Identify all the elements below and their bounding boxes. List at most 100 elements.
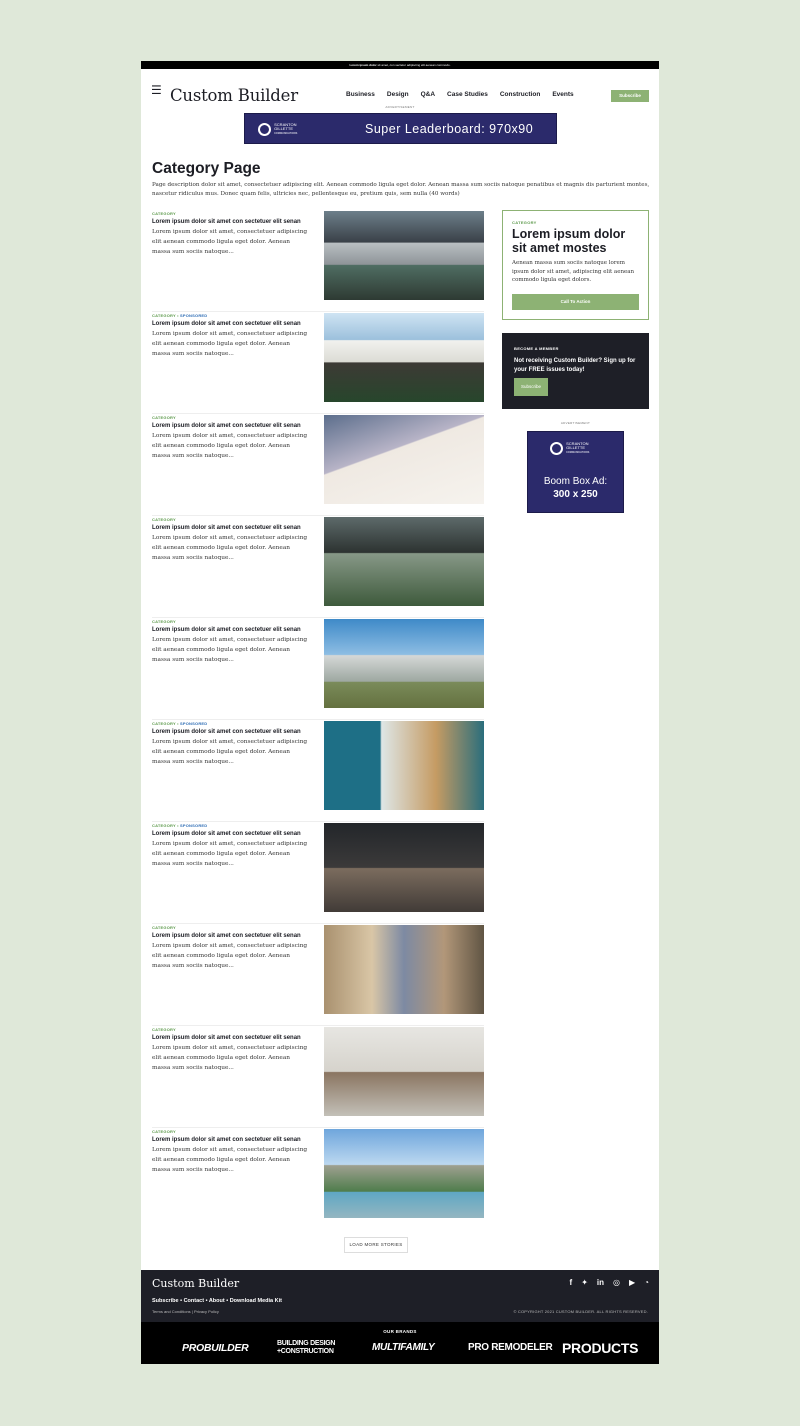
article-thumbnail[interactable] [324,721,484,810]
sponsored-label: SPONSORED [180,721,208,726]
category-label[interactable]: CATEGORY [152,925,176,930]
article-title[interactable]: Lorem ipsum dolor sit amet con sectetuer… [152,728,312,736]
boombox-ad[interactable]: SCRANTON GILLETTE COMMUNICATIONS Boom Bo… [527,431,624,513]
article-thumbnail[interactable] [324,211,484,300]
article-item[interactable]: CATEGORY • SPONSORED Lorem ipsum dolor si… [152,822,484,924]
article-category[interactable]: CATEGORY • SPONSORED [152,823,207,828]
ad-label: ADVERTISEMENT [560,421,591,425]
article-title[interactable]: Lorem ipsum dolor sit amet con sectetuer… [152,524,312,532]
brand-multifamily[interactable]: MULTIFAMILY [372,1342,435,1353]
article-excerpt: Lorem ipsum dolor sit amet, consectetuer… [152,331,308,357]
facebook-icon[interactable]: f [570,1278,573,1288]
article-title[interactable]: Lorem ipsum dolor sit amet con sectetuer… [152,830,312,838]
article-thumbnail[interactable] [324,619,484,708]
article-category[interactable]: CATEGORY • SPONSORED [152,313,207,318]
boombox-text: Boom Box Ad: 300 x 250 [528,475,623,501]
article-category[interactable]: CATEGORY [152,1129,176,1134]
page-title: Category Page [152,160,261,177]
member-text: Not receiving Custom Builder? Sign up fo… [514,358,636,373]
nav-qa[interactable]: Q&A [421,90,435,100]
nav-case-studies[interactable]: Case Studies [447,90,488,100]
promo-title[interactable]: Lorem ipsum dolor sit amet mostes [512,227,639,255]
announcement-text: sit amet, con sectetur adipiscing elit a… [377,63,451,67]
article-title[interactable]: Lorem ipsum dolor sit amet con sectetuer… [152,626,312,634]
article-category[interactable]: CATEGORY [152,925,176,930]
category-label[interactable]: CATEGORY [152,823,176,828]
boombox-line-2: 300 x 250 [553,489,598,500]
sidebar-promo: CATEGORY Lorem ipsum dolor sit amet most… [502,210,649,320]
article-title[interactable]: Lorem ipsum dolor sit amet con sectetuer… [152,320,312,328]
article-title[interactable]: Lorem ipsum dolor sit amet con sectetuer… [152,1034,312,1042]
footer-logo[interactable]: Custom Builder [152,1277,239,1291]
category-label[interactable]: CATEGORY [152,313,176,318]
brand-products[interactable]: PRODUCTS [562,1340,638,1356]
article-category[interactable]: CATEGORY [152,415,176,420]
ad-label: ADVERTISEMENT [385,105,415,109]
sponsor-logo: SCRANTON GILLETTE COMMUNICATIONS [258,123,297,136]
footer-legal[interactable]: Terms and Conditions | Privacy Policy [152,1309,219,1315]
article-title[interactable]: Lorem ipsum dolor sit amet con sectetuer… [152,1136,312,1144]
linkedin-icon[interactable]: in [597,1278,604,1288]
category-label[interactable]: CATEGORY [152,517,176,522]
sponsor-name-2: GILLETTE [274,126,294,131]
load-more-button[interactable]: LOAD MORE STORIES [344,1237,408,1253]
sponsor-name-3: COMMUNICATIONS [566,451,590,454]
article-item[interactable]: CATEGORY Lorem ipsum dolor sit amet con s… [152,924,484,1026]
article-category[interactable]: CATEGORY [152,517,176,522]
article-title[interactable]: Lorem ipsum dolor sit amet con sectetuer… [152,218,312,226]
call-to-action-button[interactable]: Call To Action [512,294,639,310]
category-label[interactable]: CATEGORY [152,619,176,624]
menu-icon[interactable]: ☰ [151,83,165,97]
youtube-icon[interactable]: ▶ [629,1278,635,1288]
nav-business[interactable]: Business [346,90,375,100]
article-thumbnail[interactable] [324,313,484,402]
article-thumbnail[interactable] [324,1129,484,1218]
footer-links[interactable]: Subscribe • Contact • About • Download M… [152,1297,282,1305]
article-item[interactable]: CATEGORY Lorem ipsum dolor sit amet con s… [152,1128,484,1230]
nav-design[interactable]: Design [387,90,409,100]
category-label[interactable]: CATEGORY [152,1027,176,1032]
article-item[interactable]: CATEGORY • SPONSORED Lorem ipsum dolor si… [152,312,484,414]
twitter-icon[interactable]: ✦ [581,1278,588,1288]
instagram-icon[interactable]: ◎ [613,1278,620,1288]
member-subscribe-button[interactable]: Subscribe [514,378,548,396]
article-excerpt: Lorem ipsum dolor sit amet, consectetuer… [152,433,308,459]
article-item[interactable]: CATEGORY Lorem ipsum dolor sit amet con s… [152,1026,484,1128]
boombox-line-1: Boom Box Ad: [543,476,608,487]
article-thumbnail[interactable] [324,1027,484,1116]
promo-category[interactable]: CATEGORY [512,220,639,225]
article-thumbnail[interactable] [324,415,484,504]
article-thumbnail[interactable] [324,925,484,1014]
category-label[interactable]: CATEGORY [152,211,176,216]
member-signup-box: BECOME A MEMBER Not receiving Custom Bui… [502,333,649,409]
social-links: f ✦ in ◎ ▶ ◔ [570,1278,649,1288]
brand-probuilder[interactable]: PROBUILDER [182,1342,249,1354]
article-category[interactable]: CATEGORY [152,211,176,216]
article-item[interactable]: CATEGORY • SPONSORED Lorem ipsum dolor si… [152,720,484,822]
article-title[interactable]: Lorem ipsum dolor sit amet con sectetuer… [152,422,312,430]
nav-events[interactable]: Events [552,90,573,100]
nav-construction[interactable]: Construction [500,90,540,100]
article-item[interactable]: CATEGORY Lorem ipsum dolor sit amet con s… [152,618,484,720]
sponsor-name-2: GILLETTE [566,445,586,450]
article-title[interactable]: Lorem ipsum dolor sit amet con sectetuer… [152,932,312,940]
site-logo[interactable]: Custom Builder [170,86,298,106]
category-label[interactable]: CATEGORY [152,721,176,726]
brand-building-design[interactable]: BUILDING DESIGN +CONSTRUCTION [277,1340,347,1356]
copyright: © COPYRIGHT 2021 CUSTOM BUILDER. ALL RIG… [513,1309,648,1314]
subscribe-button[interactable]: Subscribe [611,90,649,102]
article-thumbnail[interactable] [324,517,484,606]
article-thumbnail[interactable] [324,823,484,912]
brand-pro-remodeler[interactable]: PRO REMODELER [468,1342,553,1353]
rss-icon[interactable]: ◔ [644,1278,649,1288]
category-label[interactable]: CATEGORY [152,415,176,420]
article-category[interactable]: CATEGORY [152,619,176,624]
article-item[interactable]: CATEGORY Lorem ipsum dolor sit amet con s… [152,414,484,516]
article-item[interactable]: CATEGORY Lorem ipsum dolor sit amet con s… [152,516,484,618]
category-label[interactable]: CATEGORY [152,1129,176,1134]
leaderboard-ad[interactable]: SCRANTON GILLETTE COMMUNICATIONS Super L… [244,113,557,144]
article-item[interactable]: CATEGORY Lorem ipsum dolor sit amet con s… [152,210,484,312]
article-category[interactable]: CATEGORY [152,1027,176,1032]
promo-text: Aenean massa sum sociis natoque lorem ip… [512,260,635,283]
article-category[interactable]: CATEGORY • SPONSORED [152,721,207,726]
